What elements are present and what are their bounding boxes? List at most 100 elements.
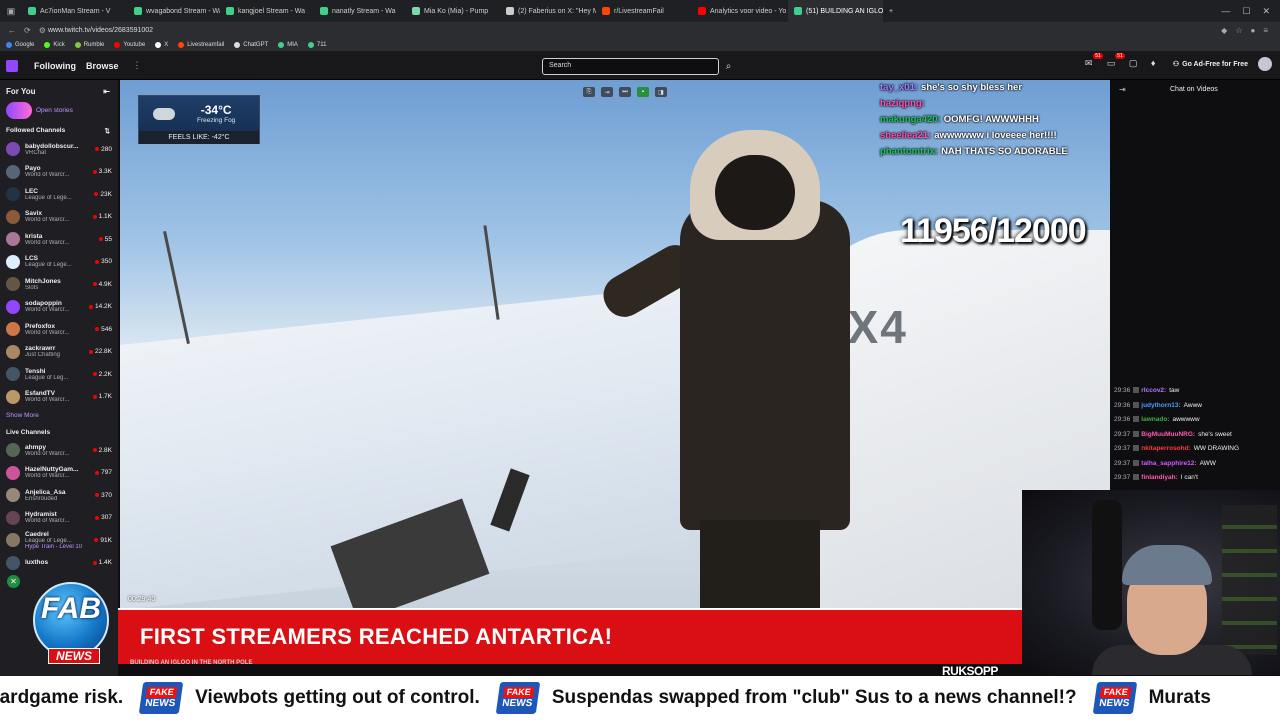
- browser-tab[interactable]: Analytics voor video - Yo: [692, 0, 788, 22]
- chat-user[interactable]: lawnado:: [1141, 416, 1169, 423]
- collapse-sidebar-icon[interactable]: ⇤: [103, 87, 110, 96]
- sidebar-channel[interactable]: Hydramist World of Warcr... 307: [0, 507, 118, 530]
- video-player[interactable]: 4X4 ⎘ ⇥ ⏭ ▪ ◨ -34°C Freezing Fog FEELS L…: [120, 80, 1110, 610]
- bookmark-item[interactable]: 711: [307, 41, 327, 48]
- bookmark-favicon-icon: [114, 41, 121, 48]
- clip-icon[interactable]: ⎘: [583, 87, 595, 97]
- crown-icon[interactable]: ♦: [1151, 58, 1163, 70]
- bookmark-item[interactable]: Kick: [44, 41, 65, 48]
- search-icon[interactable]: ⌕: [720, 58, 737, 75]
- weather-temp: -34°C: [200, 103, 232, 117]
- notifications-icon[interactable]: ✉ 51: [1085, 53, 1103, 70]
- sidebar-channel[interactable]: Anjelica_Asa Enshrouded 370: [0, 484, 118, 507]
- bookmark-item[interactable]: MIA: [278, 41, 298, 48]
- bookmark-item[interactable]: Livestreamfail: [178, 41, 224, 48]
- minimize-icon[interactable]: —: [1221, 6, 1230, 17]
- overlay-chat-text: OOMFG! AWWWHHH: [943, 114, 1039, 125]
- sidebar-channel[interactable]: Caedrel League of Lege... Hype Train - Lev…: [0, 529, 118, 552]
- sort-icon[interactable]: ⇅: [105, 127, 110, 135]
- close-overlay-icon[interactable]: ✕: [7, 575, 20, 588]
- twitch-logo-icon[interactable]: [0, 52, 24, 80]
- sidebar-channel[interactable]: EsfandTV World of Warcr... 1.7K: [0, 386, 118, 409]
- channel-name: Hydramist: [25, 511, 57, 519]
- bookmark-item[interactable]: ChatGPT: [234, 41, 268, 48]
- sidebar-channel[interactable]: krista World of Warcr... 55: [0, 228, 118, 251]
- more-icon[interactable]: ⋮: [133, 60, 142, 71]
- twitch-top-nav: Following Browse ⋮ Search ⌕ ✉ 51 ▭ 51 ▢ ♦ …: [0, 52, 1280, 80]
- sidebar-channel[interactable]: MitchJones Slots 4.9K: [0, 273, 118, 296]
- reload-icon[interactable]: ⟳: [24, 26, 31, 35]
- browser-tab[interactable]: nanatly Stream - Wa: [314, 0, 406, 22]
- extension-icon[interactable]: ◆: [1221, 26, 1227, 35]
- new-tab-button[interactable]: +: [883, 0, 899, 22]
- chat-user[interactable]: judythorn13:: [1141, 402, 1180, 409]
- user-avatar[interactable]: [1258, 57, 1272, 71]
- sidebar-channel[interactable]: sodapoppin World of Warcr... 14.2K: [0, 296, 118, 319]
- bookmark-item[interactable]: X: [155, 41, 168, 48]
- browser-tab[interactable]: (51) BUILDING AN IGLOO: [788, 0, 883, 22]
- chat-user[interactable]: nkitaperrosohd:: [1141, 445, 1190, 452]
- overlay-chat-line: tay_x01: she's so shy bless her: [880, 80, 1105, 96]
- chat-user[interactable]: finlandiyah:: [1141, 474, 1177, 481]
- show-more-link[interactable]: Show More: [0, 408, 118, 423]
- site-info-icon[interactable]: ⚙: [39, 26, 46, 35]
- browse-link[interactable]: Browse: [86, 61, 119, 71]
- utility-pole: [163, 230, 190, 345]
- skip-icon[interactable]: ⏭: [619, 87, 631, 97]
- channel-game: World of Warcr...: [25, 329, 70, 336]
- profile-icon[interactable]: ●: [1250, 26, 1255, 35]
- live-header: Live Channels: [0, 423, 118, 439]
- viewer-count: 3.3K: [92, 168, 112, 175]
- channel-name: zackrawrr: [25, 345, 56, 353]
- inbox-icon[interactable]: ▢: [1129, 58, 1141, 70]
- chat-user[interactable]: talha_sapphire12:: [1141, 460, 1196, 467]
- sidebar-channel[interactable]: HazelNuttyGam... World of Warcr... 797: [0, 462, 118, 485]
- chat-user[interactable]: rlccov2:: [1141, 387, 1166, 394]
- sidebar-channel[interactable]: luxthos 1.4K: [0, 552, 118, 575]
- url-field[interactable]: www.twitch.tv/videos/2683591002: [48, 27, 1221, 34]
- search-input[interactable]: Search: [542, 58, 719, 75]
- stories-avatars: [6, 102, 32, 119]
- open-stories[interactable]: Open stories: [0, 100, 118, 121]
- sidebar-channel[interactable]: babydollobscur... VRChat 280: [0, 138, 118, 161]
- window-menu-icon[interactable]: ▣: [0, 0, 22, 22]
- bookmark-item[interactable]: Rumble: [74, 41, 104, 48]
- live-icon[interactable]: ▪: [637, 87, 649, 97]
- bookmark-icon[interactable]: ☆: [1235, 26, 1242, 35]
- hype-train-label: Hype Train - Level 10: [25, 543, 83, 550]
- nav-right: ✉ 51 ▭ 51 ▢ ♦ ⚇ Go Ad-Free for Free: [1085, 53, 1272, 71]
- channel-game: World of Warcr...: [25, 239, 70, 246]
- live-dot-icon: [98, 237, 103, 242]
- ad-free-button[interactable]: ⚇ Go Ad-Free for Free: [1173, 60, 1248, 69]
- popout-icon[interactable]: ⇥: [601, 87, 613, 97]
- browser-tab[interactable]: wvagabond Stream - Wa: [128, 0, 220, 22]
- close-icon[interactable]: ✕: [1262, 6, 1270, 17]
- maximize-icon[interactable]: ☐: [1242, 6, 1250, 17]
- whispers-icon[interactable]: ▭ 51: [1107, 53, 1125, 70]
- browser-tab[interactable]: (2) Faberius on X: "Hey M: [500, 0, 596, 22]
- bookmark-item[interactable]: Youtube: [114, 41, 145, 48]
- browser-tab[interactable]: Ac7ionMan Stream - V: [22, 0, 128, 22]
- sidebar-channel[interactable]: Prefoxfox World of Warcr... 546: [0, 318, 118, 341]
- news-headline: FIRST STREAMERS REACHED ANTARTICA!: [140, 624, 613, 649]
- bookmark-item[interactable]: Google: [6, 41, 34, 48]
- collapse-chat-icon[interactable]: ⇥: [1119, 85, 1126, 94]
- following-link[interactable]: Following: [34, 61, 76, 71]
- browser-tab[interactable]: Mia Ko (Mia) - Pump: [406, 0, 500, 22]
- sidebar-channel[interactable]: Payo World of Warcr... 3.3K: [0, 161, 118, 184]
- live-dot-icon: [95, 327, 100, 332]
- theater-icon[interactable]: ◨: [655, 87, 667, 97]
- browser-tab[interactable]: r/LivestreamFail: [596, 0, 692, 22]
- sidebar-channel[interactable]: Tenshi League of Leg... 2.2K: [0, 363, 118, 386]
- bookmarks-bar: Google Kick Rumble Youtube X Livestreamfail Ch…: [0, 38, 1280, 52]
- sidebar-channel[interactable]: LCS League of Lege... 350: [0, 251, 118, 274]
- browser-tab[interactable]: kangjoel Stream - Wa: [220, 0, 314, 22]
- sidebar-channel[interactable]: Savix World of Warcr... 1.1K: [0, 206, 118, 229]
- chat-user[interactable]: BigMuuMuuNRG:: [1141, 431, 1195, 438]
- sidebar-channel[interactable]: zackrawrr Just Chatting 22.8K: [0, 341, 118, 364]
- channel-game: League of Lege...: [25, 262, 72, 269]
- back-icon[interactable]: ←: [8, 26, 16, 35]
- menu-icon[interactable]: ≡: [1263, 26, 1268, 35]
- sidebar-channel[interactable]: LEC League of Lege... 23K: [0, 183, 118, 206]
- sidebar-channel[interactable]: ahmpy World of Warcr... 2.8K: [0, 439, 118, 462]
